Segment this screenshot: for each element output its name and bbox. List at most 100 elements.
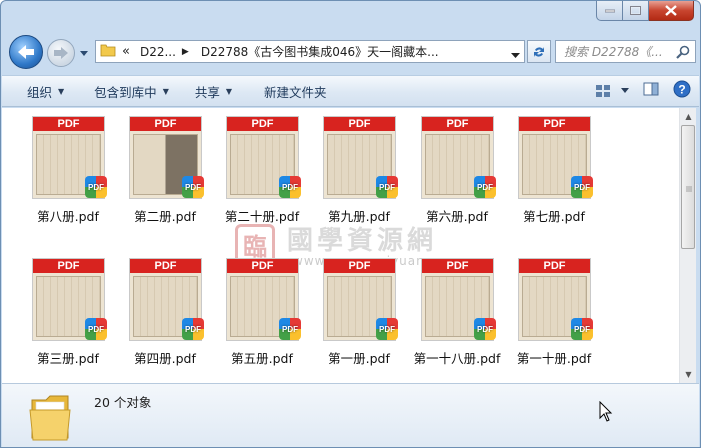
caret-down-icon: ▼ [162,86,169,96]
view-options-button[interactable] [595,84,629,98]
close-icon [665,5,677,16]
pdf-badge-label: PDF [574,324,590,334]
navigation-bar: « D22... ▶ D22788《古今图书集成046》天一阁藏本... 搜索 … [7,29,696,73]
file-item[interactable]: PDF PDF 第七册.pdf [508,108,600,228]
pdf-badge-label: PDF [88,182,104,192]
scroll-down-icon[interactable]: ▼ [680,366,697,383]
pdf-band-label: PDF [422,117,493,131]
file-name: 第九册.pdf [328,209,390,224]
pdf-band-label: PDF [519,117,590,131]
minimize-button[interactable] [596,1,623,21]
pdf-app-icon: PDF [279,318,301,340]
file-item[interactable]: PDF PDF 第一十八册.pdf [411,250,503,370]
close-button[interactable] [649,1,694,21]
chevron-down-icon [80,51,88,56]
pdf-band-label: PDF [324,117,395,131]
arrow-left-icon [18,45,34,59]
refresh-icon [534,46,544,57]
file-item[interactable]: PDF PDF 第一册.pdf [313,250,405,370]
file-item[interactable]: PDF PDF 第六册.pdf [411,108,503,228]
caret-down-icon: ▼ [225,86,233,96]
pdf-band-label: PDF [33,259,104,273]
pdf-app-icon: PDF [182,176,204,198]
address-dropdown-icon[interactable] [511,48,520,62]
scrollbar-thumb[interactable] [681,125,695,249]
recent-pages-button[interactable] [79,47,91,57]
pdf-app-icon: PDF [182,318,204,340]
arrow-right-icon [54,47,68,59]
share-menu[interactable]: 共享 ▼ [182,79,245,103]
file-name: 第七册.pdf [523,209,585,224]
file-list-pane[interactable]: 臨 國學資源網 www.guoxueziyuan.com PDFPDF第八册.p… [2,108,679,383]
pdf-app-icon: PDF [571,176,593,198]
toolbar-right-group: ? [595,80,691,101]
breadcrumb-item-current[interactable]: D22788《古今图书集成046》天一阁藏本... [201,43,439,60]
help-button[interactable]: ? [673,80,691,101]
file-item[interactable]: PDF PDF 第四册.pdf [119,250,211,370]
caret-down-icon [621,87,629,93]
file-name: 第八册.pdf [37,209,99,224]
view-grid-icon [596,84,610,97]
pdf-app-icon: PDF [376,318,398,340]
vertical-scrollbar[interactable]: ▲ ▼ [679,108,696,383]
explorer-window: « D22... ▶ D22788《古今图书集成046》天一阁藏本... 搜索 … [0,0,701,448]
grip-icon [686,186,692,192]
address-bar[interactable]: « D22... ▶ D22788《古今图书集成046》天一阁藏本... [95,40,525,63]
file-name: 第二册.pdf [134,209,196,224]
caret-down-icon: ▼ [58,86,65,96]
file-item[interactable]: PDF PDF 第二册.pdf [119,108,211,228]
share-label: 共享 [194,84,220,100]
pdf-badge-label: PDF [282,182,298,192]
pdf-band-label: PDF [227,259,298,273]
maximize-button[interactable] [623,1,649,21]
search-icon[interactable] [676,45,690,62]
search-input[interactable]: 搜索 D22788《... [555,40,696,63]
item-count: 20 个对象 [94,395,152,410]
pdf-band-label: PDF [33,117,104,131]
new-folder-button[interactable]: 新建文件夹 [251,79,340,103]
file-name: 第一十八册.pdf [413,351,501,366]
file-item[interactable]: PDF PDF 第五册.pdf [216,250,308,370]
breadcrumb-separator-icon[interactable]: ▶ [182,47,189,57]
pdf-badge-label: PDF [574,182,590,192]
pdf-badge-label: PDF [185,324,201,334]
organize-menu[interactable]: 组织 ▼ [14,79,77,103]
file-item[interactable]: PDF PDF 第二十册.pdf [216,108,308,228]
pdf-badge-label: PDF [477,182,493,192]
file-item[interactable]: PDF PDF 第三册.pdf [22,250,114,370]
breadcrumb-item[interactable]: D22... [140,45,176,59]
file-item[interactable]: PDF PDF 第一十册.pdf [508,250,600,370]
forward-button[interactable] [47,39,75,67]
folder-icon [100,43,116,60]
back-button[interactable] [9,35,43,69]
pdf-band-label: PDF [422,259,493,273]
preview-pane-icon [643,82,659,96]
pdf-app-icon: PDF [85,318,107,340]
include-in-library-menu[interactable]: 包含到库中 ▼ [81,79,182,103]
file-name: 第四册.pdf [134,351,196,366]
file-item[interactable]: PDF PDF 第九册.pdf [313,108,405,228]
mouse-cursor-icon [599,401,613,422]
pdf-badge-label: PDF [88,324,104,334]
maximize-icon [630,6,641,15]
details-pane: 20 个对象 [2,383,699,447]
file-name: 第三册.pdf [37,351,99,366]
pdf-badge-label: PDF [185,182,201,192]
pdf-band-label: PDF [130,259,201,273]
pdf-app-icon: PDF [474,318,496,340]
pdf-badge-label: PDF [282,324,298,334]
pdf-band-label: PDF [227,117,298,131]
command-bar: 组织 ▼ 包含到库中 ▼ 共享 ▼ 新建文件夹 ? [2,75,699,107]
organize-label: 组织 [27,84,53,100]
file-item[interactable]: PDF PDF 第八册.pdf [22,108,114,228]
breadcrumb-overflow[interactable]: « [122,44,130,59]
pdf-badge-label: PDF [477,324,493,334]
pdf-badge-label: PDF [379,324,395,334]
scroll-up-icon[interactable]: ▲ [680,108,697,125]
pdf-app-icon: PDF [376,176,398,198]
file-name: 第一册.pdf [328,351,390,366]
refresh-button[interactable] [527,40,551,63]
help-icon: ? [673,80,691,98]
include-in-library-label: 包含到库中 [94,84,157,100]
preview-pane-button[interactable] [643,82,659,99]
